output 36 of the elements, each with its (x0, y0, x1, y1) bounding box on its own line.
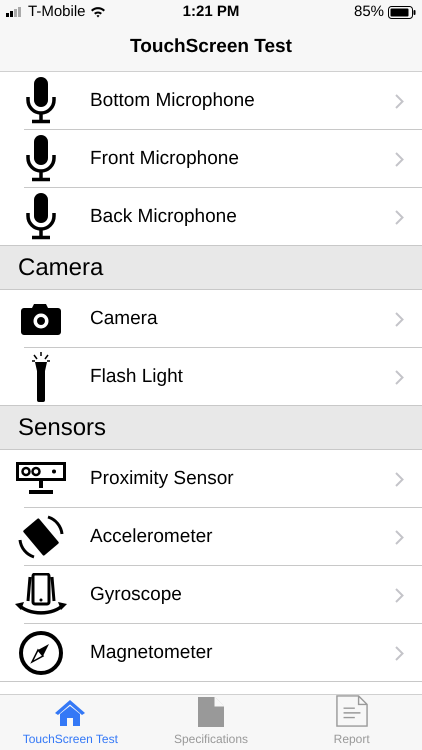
clock-time: 1:21 PM (182, 2, 240, 22)
chevron-icon (395, 530, 404, 544)
section-header: Camera (18, 252, 104, 282)
chevron-icon (395, 472, 404, 486)
chevron-icon (395, 94, 404, 108)
sensor-bar-icon (16, 462, 66, 496)
signal-icon (6, 7, 24, 17)
report-icon (334, 695, 369, 727)
row-label: Flash Light (90, 364, 184, 389)
chevron-icon (395, 152, 404, 166)
compass-icon (18, 630, 64, 676)
battery-icon (388, 6, 416, 18)
chevron-icon (395, 588, 404, 602)
chevron-icon (395, 646, 404, 660)
row-label: Back Microphone (90, 204, 238, 229)
document-icon (198, 697, 224, 727)
flashlight-icon (31, 352, 51, 402)
row-label: Proximity Sensor (90, 466, 235, 491)
row-label: Gyroscope (90, 582, 183, 607)
row-label: Magnetometer (90, 640, 214, 665)
wifi-icon (90, 6, 106, 18)
row-label: Camera (90, 306, 159, 331)
section-header: Sensors (18, 412, 106, 442)
tilting-phone-icon (15, 573, 67, 617)
camera-icon (21, 303, 61, 335)
chevron-icon (395, 210, 404, 224)
battery-percent: 85% (354, 2, 384, 22)
carrier-name: T-Mobile (28, 2, 86, 22)
chevron-icon (395, 312, 404, 326)
nav-title: TouchScreen Test (130, 35, 292, 60)
home-icon (54, 699, 86, 727)
row-label: Bottom Microphone (90, 88, 256, 113)
row-label: Front Microphone (90, 146, 240, 171)
row-label: Accelerometer (90, 524, 214, 549)
chevron-icon (395, 370, 404, 384)
tab-item[interactable]: TouchScreen Test (0, 695, 141, 750)
